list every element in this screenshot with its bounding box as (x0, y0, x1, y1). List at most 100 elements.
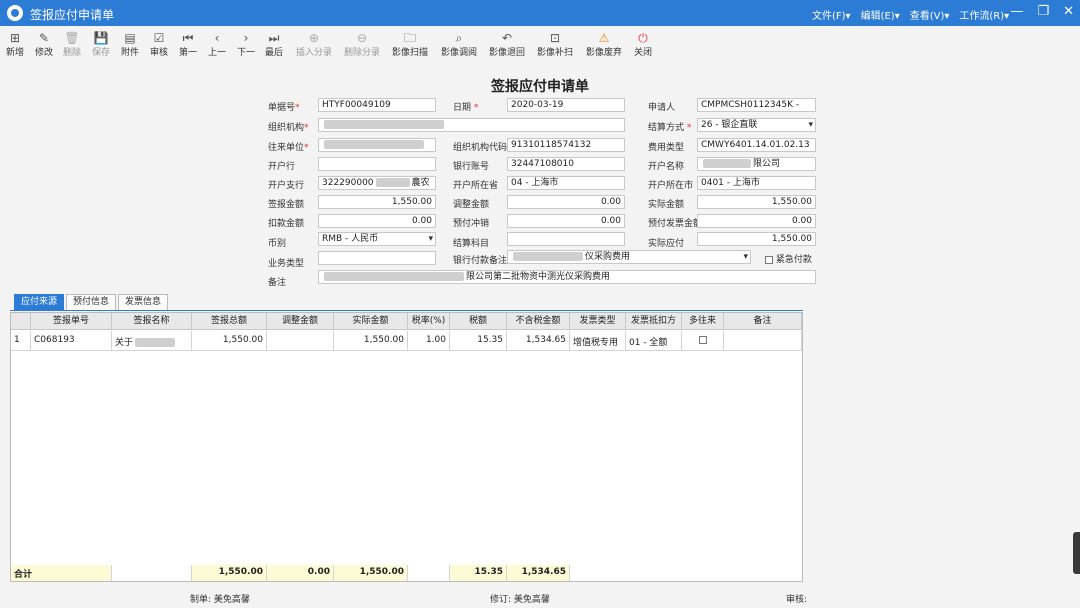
bank-remark-select[interactable]: 仪采购费用 (507, 250, 751, 264)
menu-workflow[interactable]: 工作流(R)▾ (959, 7, 1009, 22)
doc-no-field[interactable]: HTYF00049109 (318, 98, 436, 112)
col-header-net[interactable]: 不含税金额 (507, 313, 570, 330)
col-header-total[interactable]: 签报总额 (192, 313, 267, 330)
settle-subject-field[interactable] (507, 232, 625, 246)
col-header-deduct[interactable]: 发票抵扣方 (626, 313, 682, 330)
date-field[interactable]: 2020-03-19 (507, 98, 625, 112)
last-icon: ⏭ (268, 31, 280, 45)
prepay-offset-field[interactable]: 0.00 (507, 214, 625, 228)
settle-method-label: 结算方式 * (648, 123, 692, 133)
settle-method-select[interactable]: 26 - 银企直联 (697, 118, 816, 132)
cost-type-field[interactable]: CMWY6401.14.01.02.13 (697, 138, 816, 152)
branch-label: 开户支行 (268, 181, 305, 191)
deduct-amount-label: 扣款金额 (268, 219, 305, 229)
adjust-amount-field[interactable]: 0.00 (507, 195, 625, 209)
biz-type-field[interactable] (318, 251, 436, 265)
cell-tax-rate[interactable]: 1.00 (408, 331, 450, 351)
close-window-icon[interactable]: ✕ (1063, 4, 1074, 19)
image-void-button[interactable]: ⚠ 影像废弃 (586, 31, 622, 58)
multi-checkbox[interactable] (698, 335, 707, 344)
masked-text (135, 338, 176, 347)
cell-tax[interactable]: 15.35 (450, 331, 507, 351)
tab-prepay-info[interactable]: 预付信息 (66, 294, 117, 310)
chevron-left-icon: ‹ (214, 31, 220, 45)
sign-amount-field[interactable]: 1,550.00 (318, 195, 436, 209)
city-field[interactable]: 0401 - 上海市 (697, 176, 816, 190)
remark-field[interactable]: 限公司第二批物资中测光仪采购费用 (318, 270, 816, 284)
bank-account-field[interactable]: 32447108010 (507, 157, 625, 171)
save-icon: 💾 (93, 31, 109, 45)
close-button[interactable]: ⏻ 关闭 (634, 31, 652, 58)
prepay-invoice-field[interactable]: 0.00 (697, 214, 816, 228)
image-view-button[interactable]: ⌕ 影像调阅 (441, 31, 477, 58)
menu-edit[interactable]: 编辑(E)▾ (861, 7, 900, 22)
currency-select[interactable]: RMB - 人民币 (318, 232, 436, 246)
urgent-checkbox-group[interactable]: 紧急付款 (765, 252, 812, 265)
cell-sign-no[interactable]: C068193 (31, 331, 112, 351)
edit-button[interactable]: ✎ 修改 (35, 31, 53, 58)
urgent-checkbox[interactable] (765, 255, 773, 264)
minimize-icon[interactable]: — (1010, 4, 1023, 19)
org-code-label: 组织机构代码 (453, 143, 508, 153)
cell-net[interactable]: 1,534.65 (507, 331, 570, 351)
cell-actual[interactable]: 1,550.00 (334, 331, 408, 351)
new-button[interactable]: ⊞ 新增 (6, 31, 24, 58)
first-button[interactable]: ⏮ 第一 (179, 31, 197, 58)
insert-split-button[interactable]: ⊕ 插入分录 (296, 31, 332, 58)
col-header-tax[interactable]: 税额 (450, 313, 507, 330)
image-return-button[interactable]: ↶ 影像退回 (489, 31, 525, 58)
actual-amount-field[interactable]: 1,550.00 (697, 195, 816, 209)
menu-view[interactable]: 查看(V)▾ (910, 7, 950, 22)
save-button[interactable]: 💾 保存 (92, 31, 110, 58)
col-header-sign-name[interactable]: 签报名称 (112, 313, 192, 330)
col-header-tax-rate[interactable]: 税率(%) (408, 313, 450, 330)
col-header-actual[interactable]: 实际金额 (334, 313, 408, 330)
province-field[interactable]: 04 - 上海市 (507, 176, 625, 190)
cell-deduct[interactable]: 01 - 全额 (626, 331, 682, 351)
col-header-multi[interactable]: 多往来 (682, 313, 724, 330)
masked-text (375, 178, 410, 187)
actual-amount-label: 实际金额 (648, 200, 685, 210)
next-button[interactable]: › 下一 (237, 31, 255, 58)
last-button[interactable]: ⏭ 最后 (265, 31, 283, 58)
first-icon: ⏮ (182, 31, 194, 45)
col-header-remark[interactable]: 备注 (724, 313, 802, 330)
partner-field[interactable] (318, 138, 436, 152)
col-header-adjust[interactable]: 调整金额 (267, 313, 334, 330)
undo-icon: ↶ (501, 31, 513, 45)
cell-invoice-type[interactable]: 增值税专用 (570, 331, 626, 351)
prev-button[interactable]: ‹ 上一 (208, 31, 226, 58)
cell-sign-name[interactable]: 关于 (112, 331, 192, 351)
cell-multi[interactable] (682, 331, 724, 351)
deduct-amount-field[interactable]: 0.00 (318, 214, 436, 228)
actual-payable-field[interactable]: 1,550.00 (697, 232, 816, 246)
tab-invoice-info[interactable]: 发票信息 (118, 294, 169, 310)
image-rescan-button[interactable]: ⊡ 影像补扫 (537, 31, 573, 58)
branch-field[interactable]: 322290000 農农 (318, 176, 436, 190)
audit-button[interactable]: ☑ 审核 (150, 31, 168, 58)
account-name-field[interactable]: 限公司 (697, 157, 816, 171)
org-field[interactable] (318, 118, 625, 132)
cell-total[interactable]: 1,550.00 (192, 331, 267, 351)
bank-field[interactable] (318, 157, 436, 171)
totals-actual: 1,550.00 (334, 565, 408, 581)
applicant-field[interactable]: CMPMCSH0112345K - (697, 98, 816, 112)
menu-file[interactable]: 文件(F)▾ (812, 7, 851, 22)
org-code-field[interactable]: 91310118574132 (507, 138, 625, 152)
col-header-invoice-type[interactable]: 发票类型 (570, 313, 626, 330)
edit-icon: ✎ (38, 31, 50, 45)
delete-split-button[interactable]: ⊖ 删除分录 (344, 31, 380, 58)
side-scroll-handle[interactable] (1073, 532, 1080, 574)
maximize-icon[interactable]: ❐ (1037, 4, 1049, 19)
col-header-sign-no[interactable]: 签报单号 (31, 313, 112, 330)
cell-remark[interactable] (724, 331, 802, 351)
cell-adjust[interactable] (267, 331, 334, 351)
maker-info: 制单: 美免高馨 (190, 595, 250, 605)
applicant-label: 申请人 (648, 103, 676, 113)
image-scan-button[interactable]: 🗀 影像扫描 (392, 31, 428, 58)
attachment-button[interactable]: ▤ 附件 (121, 31, 139, 58)
tab-payable-source[interactable]: 应付来源 (14, 294, 65, 310)
date-label: 日期 * (453, 103, 479, 113)
delete-button[interactable]: 🗑 删除 (63, 31, 81, 58)
totals-empty (112, 565, 192, 581)
